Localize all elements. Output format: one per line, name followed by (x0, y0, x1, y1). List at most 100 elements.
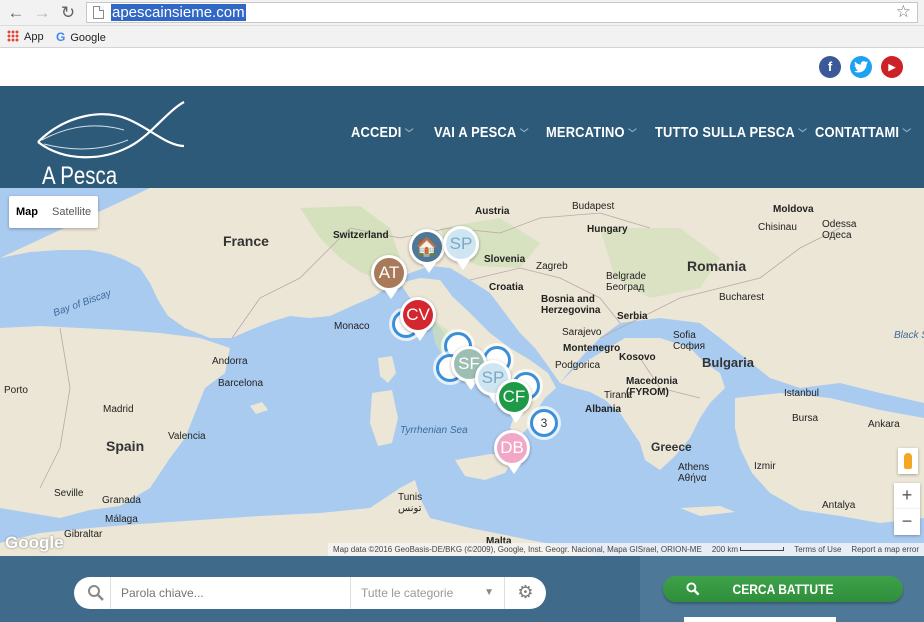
back-arrow-icon[interactable]: ← (6, 3, 26, 23)
browser-toolbar: ← → ↻ apescainsieme.com ☆ (0, 0, 924, 26)
map-label-odessa: Odessa Одеса (822, 219, 857, 241)
site-logo[interactable]: A Pesca Insieme (34, 96, 204, 219)
map-marker[interactable]: CF (496, 379, 532, 423)
street-view-pegman-icon[interactable] (898, 448, 918, 474)
map-cluster-3[interactable]: 3 (530, 409, 558, 437)
map-label-sarajevo: Sarajevo (562, 327, 602, 338)
map-marker[interactable]: SP (443, 226, 479, 270)
category-select[interactable]: Tutte le categorie ▼ (350, 577, 504, 609)
youtube-icon[interactable]: ▶ (881, 56, 903, 78)
search-icon (88, 585, 104, 601)
menu-accedi-label: ACCEDI (351, 124, 402, 141)
bookmark-google[interactable]: G Google (56, 30, 106, 44)
page-icon (93, 6, 104, 19)
map-label-montenegro: Montenegro (563, 343, 621, 354)
url-text[interactable]: apescainsieme.com (111, 4, 246, 21)
map-label-bucharest: Bucharest (719, 292, 765, 303)
map-label-seville: Seville (54, 488, 84, 499)
forward-arrow-icon[interactable]: → (32, 3, 52, 23)
bookmark-apps-label: App (24, 31, 44, 43)
map-label-athens: Athens Αθήνα (678, 462, 710, 484)
menu-tutto-sulla-pesca[interactable]: TUTTO SULLA PESCA ﹀ (655, 124, 807, 141)
map-label-bosnia: Bosnia and Herzegovina (541, 294, 601, 316)
map-type-satellite[interactable]: Satellite (45, 196, 98, 228)
keyword-input[interactable] (110, 577, 350, 609)
map-label-kosovo: Kosovo (619, 352, 656, 363)
map-marker-label: CV (406, 305, 430, 324)
map-scale: 200 km (707, 543, 789, 556)
zoom-in-button[interactable]: + (894, 483, 920, 509)
search-form: Tutte le categorie ▼ ⚙ (74, 577, 546, 609)
map-label-istanbul: Istanbul (784, 388, 820, 399)
menu-vai-a-pesca-label: VAI A PESCA (434, 124, 517, 141)
map-label-spain: Spain (106, 438, 145, 454)
map-label-granada: Granada (102, 495, 141, 506)
map-marker-label: SP (449, 234, 473, 253)
map-label-bursa: Bursa (792, 413, 819, 424)
search-band: Tutte le categorie ▼ ⚙ CERCA BATTUTE (0, 556, 924, 622)
dropdown-arrow-icon: ▼ (484, 587, 494, 598)
map-label-romania: Romania (687, 258, 747, 274)
map-marker-home[interactable]: 🏠 (409, 229, 445, 273)
map-attribution: Map data ©2016 GeoBasis-DE/BKG (©2009), … (327, 543, 924, 556)
map-marker[interactable]: CV (400, 297, 436, 341)
site-header: A Pesca Insieme ACCEDI﹀ VAI A PESCA﹀ MER… (0, 86, 924, 219)
address-bar[interactable]: apescainsieme.com ☆ (86, 2, 918, 23)
chevron-down-icon: ﹀ (519, 129, 529, 140)
map-label-tyrrhenian-sea: Tyrrhenian Sea (400, 425, 468, 436)
menu-contattami[interactable]: CONTATTAMI ﹀ (815, 124, 911, 141)
map-label-podgorica: Podgorica (555, 360, 601, 371)
report-map-error-link[interactable]: Report a map error (846, 543, 924, 556)
bookmarks-bar: App G Google (0, 26, 924, 48)
menu-contattami-label: CONTATTAMI (815, 124, 900, 141)
category-select-value: Tutte le categorie (361, 586, 454, 600)
map-label-sofia: Sofia София (673, 330, 706, 352)
map-label-albania: Albania (585, 404, 622, 415)
menu-accedi[interactable]: ACCEDI ﹀ (351, 124, 414, 141)
map-marker-label: DB (500, 438, 524, 457)
chevron-down-icon: ﹀ (798, 129, 808, 140)
bookmark-apps[interactable]: App (7, 30, 44, 44)
bookmark-star-icon[interactable]: ☆ (896, 2, 911, 22)
map-marker-label: AT (378, 263, 400, 282)
map-label-slovenia: Slovenia (484, 254, 526, 265)
menu-vai-a-pesca[interactable]: VAI A PESCA ﹀ (434, 124, 529, 141)
gear-icon[interactable]: ⚙ (504, 577, 546, 609)
map-label-gibraltar: Gibraltar (64, 529, 103, 540)
map-scale-label: 200 km (711, 545, 739, 554)
map-view[interactable]: Map Satellite France Switzerland Austria… (0, 188, 924, 556)
map-label-tunis: Tunis تونس (398, 492, 423, 514)
map-type-map[interactable]: Map (9, 196, 45, 228)
cerca-battute-button[interactable]: CERCA BATTUTE (663, 576, 903, 602)
map-label-chisinau: Chisinau (758, 222, 797, 233)
map-label-porto: Porto (4, 385, 28, 396)
cerca-battute-label: CERCA BATTUTE (732, 581, 834, 597)
map-data-credit: Map data ©2016 GeoBasis-DE/BKG (©2009), … (332, 545, 702, 554)
map-marker-label: CF (502, 387, 526, 406)
map-marker[interactable]: DB (494, 430, 530, 474)
zoom-out-button[interactable]: − (894, 509, 920, 535)
apps-grid-icon (7, 30, 19, 42)
map-label-budapest: Budapest (572, 201, 615, 212)
menu-tutto-sulla-pesca-label: TUTTO SULLA PESCA (655, 124, 795, 141)
menu-mercatino-label: MERCATINO (546, 124, 625, 141)
reload-icon[interactable]: ↻ (58, 3, 78, 23)
map-label-switzerland: Switzerland (333, 230, 389, 241)
fish-logo-icon (37, 101, 185, 159)
twitter-icon[interactable] (850, 56, 872, 78)
google-icon: G (56, 30, 66, 44)
social-bar: f ▶ (0, 48, 924, 86)
chevron-down-icon: ﹀ (404, 129, 414, 140)
map-marker[interactable]: AT (371, 255, 407, 299)
panel-edge (684, 617, 836, 622)
menu-mercatino[interactable]: MERCATINO ﹀ (546, 124, 637, 141)
map-label-zagreb: Zagreb (536, 261, 568, 272)
terms-of-use-link[interactable]: Terms of Use (789, 543, 846, 556)
facebook-icon[interactable]: f (819, 56, 841, 78)
map-label-croatia: Croatia (489, 282, 524, 293)
map-label-hungary: Hungary (587, 224, 628, 235)
chevron-down-icon: ﹀ (628, 129, 637, 140)
map-label-greece: Greece (651, 440, 692, 454)
map-label-monaco: Monaco (334, 321, 370, 332)
map-label-madrid: Madrid (103, 404, 134, 415)
